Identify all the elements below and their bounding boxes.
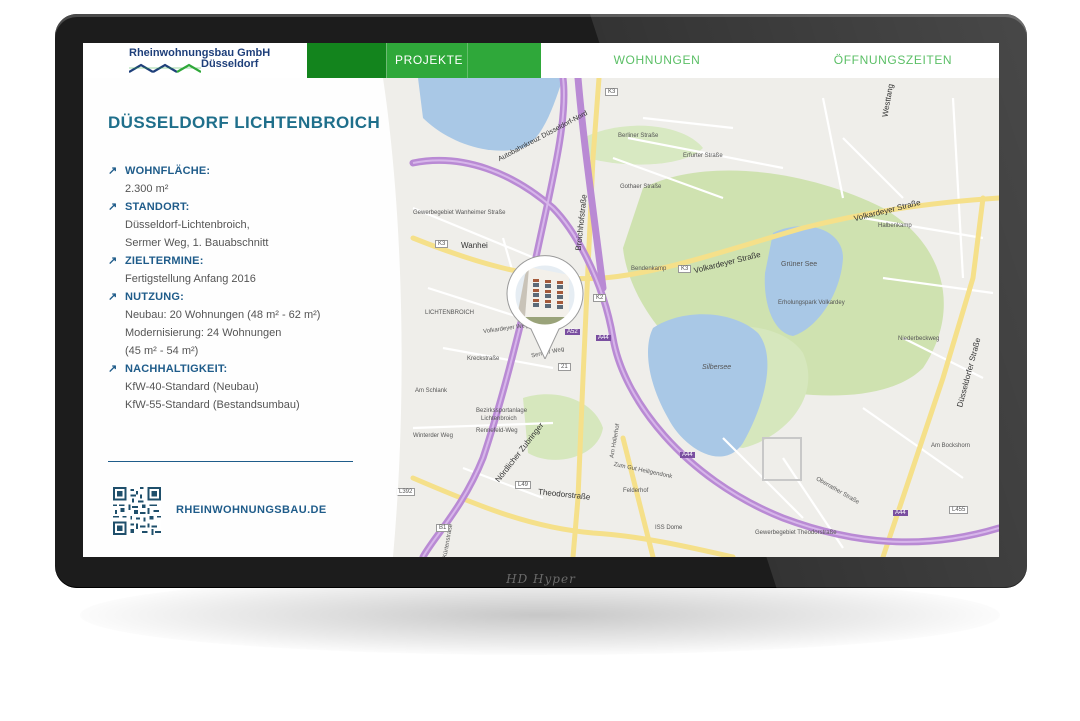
area-label: Gewerbegebiet Wanheimer Straße <box>413 210 506 216</box>
arrow-up-right-icon: ↗ <box>108 363 118 375</box>
monitor-brand: HD Hyper <box>506 572 576 586</box>
street-label: Halbenkamp <box>878 223 912 229</box>
street-label: Rennefeld-Weg <box>476 428 518 434</box>
section-heading: ↗ WOHNFLÄCHE: <box>108 162 388 180</box>
project-details: ↗ WOHNFLÄCHE: 2.300 m² ↗ STANDORT: Düsseld… <box>108 162 388 414</box>
street-label: Am Bockshorn <box>931 443 971 449</box>
street-label: Berliner Straße <box>618 133 659 139</box>
road-shield: K3 <box>605 88 619 96</box>
road-shield: B1 <box>436 524 450 532</box>
section-heading: ↗ STANDORT: <box>108 198 388 216</box>
area-label: Lichtenbroich <box>481 416 517 422</box>
arrow-up-right-icon: ↗ <box>108 201 118 213</box>
nav-divider <box>386 43 387 78</box>
logo-waves-icon <box>129 63 201 73</box>
screen: Autobahnkreuz Düsseldorf-Nord Volkardeye… <box>83 43 999 557</box>
street-label: Kreckstraße <box>467 356 500 362</box>
area-label: Erholungspark Volkardey <box>778 300 845 306</box>
qr-code-icon[interactable] <box>113 487 161 535</box>
nav-wohnungen[interactable]: WOHNUNGEN <box>567 43 747 78</box>
section-value: KfW-55-Standard (Bestandsumbau) <box>125 399 300 411</box>
area-label: LICHTENBROICH <box>425 310 475 316</box>
street-label: Erfurter Straße <box>683 153 723 159</box>
map-pin-icon[interactable] <box>503 255 587 359</box>
project-panel: DÜSSELDORF LICHTENBROICH ↗ WOHNFLÄCHE: 2.… <box>83 78 413 557</box>
nav-divider <box>467 43 468 78</box>
area-label: Gewerbegebiet Theodorstraße <box>755 530 837 536</box>
section-value: (45 m² - 54 m²) <box>125 345 199 357</box>
section-value: Fertigstellung Anfang 2016 <box>125 273 256 285</box>
area-label: Grüner See <box>781 261 818 268</box>
section-value: Düsseldorf-Lichtenbroich, <box>125 219 250 231</box>
section-value: KfW-40-Standard (Neubau) <box>125 381 259 393</box>
arrow-up-right-icon: ↗ <box>108 291 118 303</box>
arrow-up-right-icon: ↗ <box>108 165 118 177</box>
divider <box>108 461 353 462</box>
section-value: Neubau: 20 Wohnungen (48 m² - 62 m²) <box>125 309 321 321</box>
street-label: Am Schlank <box>415 388 448 394</box>
website-link[interactable]: RHEINWOHNUNGSBAU.DE <box>176 504 327 516</box>
road-shield: K3 <box>678 265 692 273</box>
road-shield: 21 <box>558 363 571 371</box>
street-label: Niederbeckweg <box>898 336 940 342</box>
section-heading: ↗ NACHHALTIGKEIT: <box>108 360 388 378</box>
section-heading: ↗ ZIELTERMINE: <box>108 252 388 270</box>
area-label: Silbersee <box>702 364 732 371</box>
road-shield: A44 <box>893 510 908 516</box>
area-label: Bezirkssportanlage <box>476 408 528 414</box>
logo[interactable]: Rheinwohnungsbau GmbH Düsseldorf <box>83 43 307 78</box>
area-label: ISS Dome <box>655 525 683 531</box>
road-shield: K2 <box>593 294 607 302</box>
street-label: Gothaer Straße <box>620 184 662 190</box>
road-shield: A44 <box>596 335 611 341</box>
street-label: Winterder Weg <box>413 433 453 439</box>
road-label: Wanhei <box>461 241 488 250</box>
road-shield: L455 <box>949 506 969 514</box>
street-label: Bendenkamp <box>631 266 667 272</box>
road-shield: A44 <box>680 452 695 458</box>
section-value: 2.300 m² <box>125 183 169 195</box>
nav-oeffnungszeiten[interactable]: ÖFFNUNGSZEITEN <box>803 43 983 78</box>
street-label: Felderhof <box>623 488 649 494</box>
section-value: Sermer Weg, 1. Bauabschnitt <box>125 237 269 249</box>
arrow-up-right-icon: ↗ <box>108 255 118 267</box>
project-title: DÜSSELDORF LICHTENBROICH <box>108 113 381 132</box>
nav-projekte[interactable]: PROJEKTE <box>307 43 541 78</box>
section-value: Modernisierung: 24 Wohnungen <box>125 327 282 339</box>
road-shield: L49 <box>515 481 532 489</box>
top-nav: Rheinwohnungsbau GmbH Düsseldorf PROJEKT… <box>83 43 999 78</box>
road-shield: K3 <box>435 240 449 248</box>
section-heading: ↗ NUTZUNG: <box>108 288 388 306</box>
